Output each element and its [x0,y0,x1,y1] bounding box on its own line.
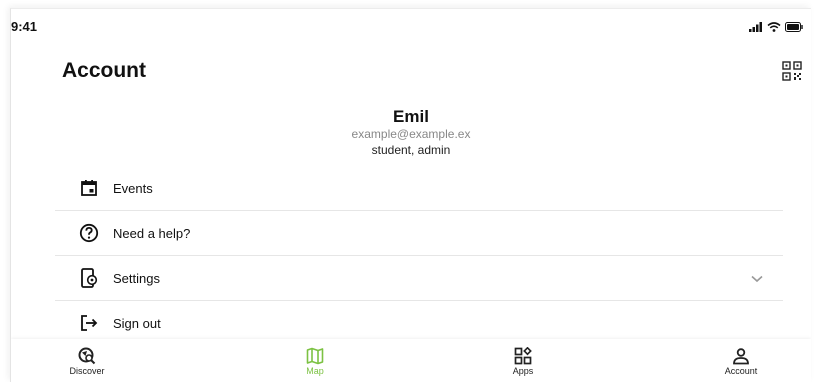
map-icon [275,346,355,366]
qr-code-button[interactable] [781,60,803,82]
tab-label: Account [724,366,758,376]
signal-icon [749,19,763,37]
menu-item-label: Events [113,180,153,196]
menu-item-label: Sign out [113,315,161,331]
profile-card: Emil example@example.ex student, admin [11,107,811,159]
status-time: 9:41 [11,19,38,34]
tab-label: Apps [512,366,534,376]
menu-item-label: Need a help? [113,225,191,241]
person-icon [701,346,781,366]
bottom-tab-bar: Discover Map Apps Account [11,339,811,382]
chevron-down-icon[interactable] [751,270,763,288]
calendar-icon [77,176,101,200]
sign-out-icon [77,311,101,335]
status-icons [749,19,803,37]
apps-icon [483,346,563,366]
status-bar: 9:41 [11,9,811,39]
tab-account[interactable]: Account [701,346,781,376]
app-window: 9:41 Account Emil example@example.ex stu… [10,8,811,382]
qr-code-icon [781,61,803,86]
account-menu: Events Need a help? Settings Sign out [55,166,783,345]
profile-email: example@example.ex [351,127,471,141]
battery-icon [785,19,803,37]
page-title: Account [62,59,146,82]
profile-roles: student, admin [371,143,451,157]
tab-discover[interactable]: Discover [47,346,127,376]
profile-name: Emil [393,107,429,126]
tab-map[interactable]: Map [275,346,355,376]
discover-icon [47,346,127,366]
tab-apps[interactable]: Apps [483,346,563,376]
tab-label: Discover [69,366,105,376]
menu-item-help[interactable]: Need a help? [55,211,783,256]
wifi-icon [767,19,781,37]
menu-item-events[interactable]: Events [55,166,783,211]
menu-item-settings[interactable]: Settings [55,256,783,301]
help-circle-icon [77,221,101,245]
menu-item-label: Settings [113,270,160,286]
settings-device-icon [77,266,101,290]
tab-label: Map [306,366,324,376]
